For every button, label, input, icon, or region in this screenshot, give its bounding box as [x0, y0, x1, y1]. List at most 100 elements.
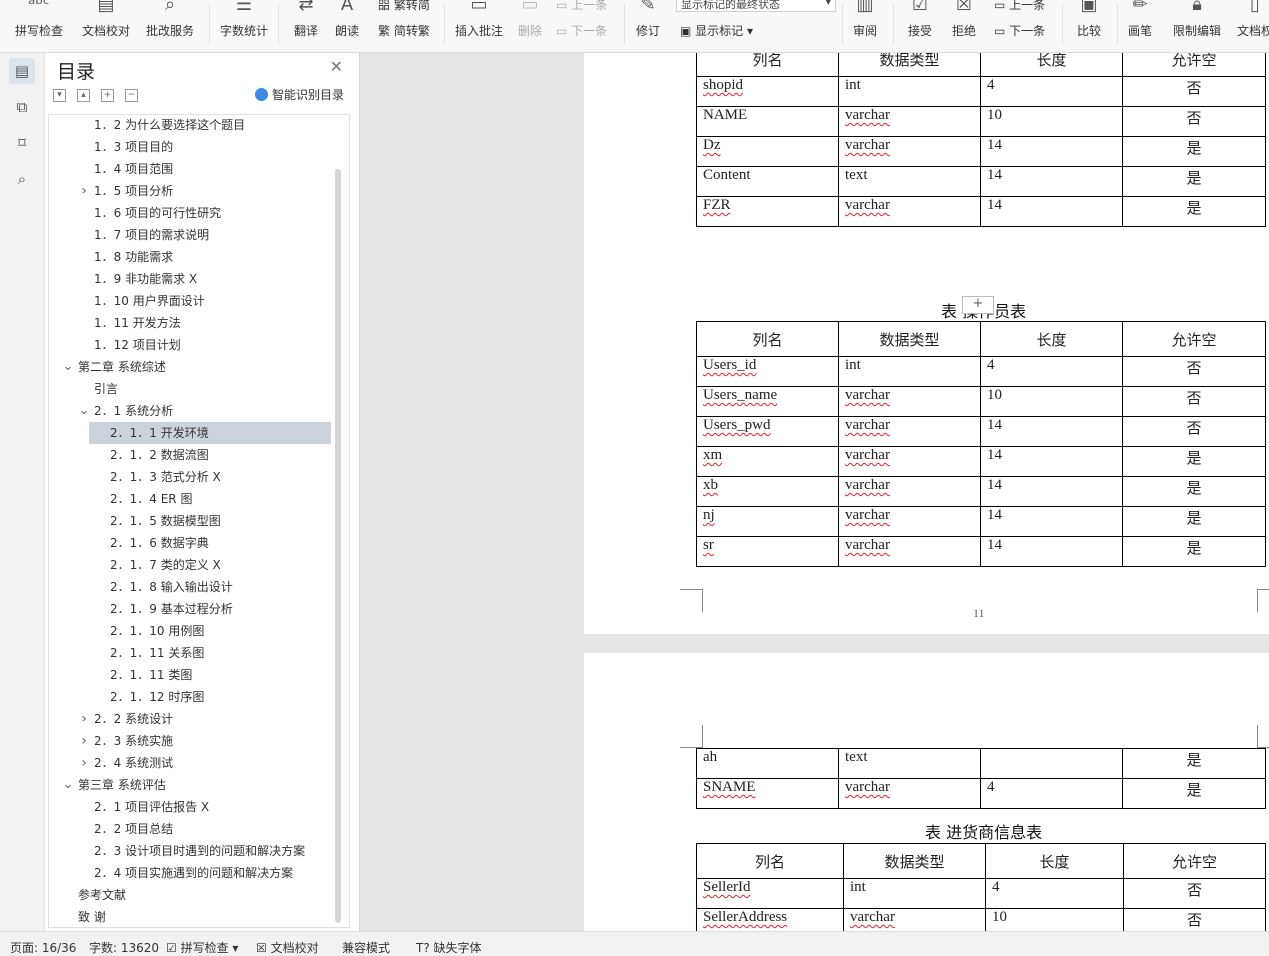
table-cell[interactable]: 是: [1122, 166, 1266, 197]
table-cell[interactable]: 14: [980, 416, 1123, 447]
toc-item[interactable]: 2．1．8 输入输出设计: [49, 576, 331, 598]
compare-button[interactable]: ▣ 比较: [1068, 0, 1110, 50]
missing-font-button[interactable]: T? 缺失字体: [416, 939, 482, 956]
table-cell[interactable]: 4: [980, 76, 1123, 107]
toc-item[interactable]: 1．7 项目的需求说明: [49, 224, 331, 246]
table-cell[interactable]: 是: [1122, 536, 1266, 567]
table-cell[interactable]: varchar: [838, 136, 981, 167]
word-count[interactable]: 字数: 13620: [89, 939, 159, 956]
table-cell[interactable]: text: [838, 748, 981, 779]
toc-item[interactable]: 1．10 用户界面设计: [49, 290, 331, 312]
table-cell[interactable]: varchar: [838, 106, 981, 137]
table-cell[interactable]: xb: [696, 476, 839, 507]
review-button[interactable]: ▥ 审阅: [846, 0, 884, 50]
batch-service-button[interactable]: ⌕ 批改服务: [140, 0, 200, 50]
table-cell[interactable]: varchar: [838, 778, 981, 809]
search-icon[interactable]: ⌕: [9, 166, 35, 192]
table-cell[interactable]: 10: [980, 106, 1123, 137]
next-comment-button[interactable]: ▭ 下一条: [556, 22, 607, 39]
table-cell[interactable]: int: [843, 878, 986, 909]
toc-item[interactable]: 2．1．7 类的定义 X: [49, 554, 331, 576]
chevron-down-icon[interactable]: ⌄: [62, 774, 74, 796]
table-cell[interactable]: varchar: [838, 506, 981, 537]
table-cell[interactable]: 4: [985, 878, 1124, 909]
toc-item[interactable]: › 2．3 系统实施: [49, 730, 331, 752]
doc-rights-button[interactable]: ▯文档权: [1230, 0, 1269, 50]
prev-change-button[interactable]: ▭ 上一条: [994, 0, 1045, 13]
toc-item[interactable]: 1．3 项目目的: [49, 136, 331, 158]
table-cell[interactable]: varchar: [838, 416, 981, 447]
bookmark-icon[interactable]: ⌑: [9, 130, 35, 156]
toc-item[interactable]: 1．12 项目计划: [49, 334, 331, 356]
toc-item[interactable]: 1．9 非功能需求 X: [49, 268, 331, 290]
table-cell[interactable]: SellerId: [696, 878, 844, 909]
show-markup-button[interactable]: ▣ 显示标记 ▾: [680, 22, 753, 39]
toc-item[interactable]: 2．1．11 关系图: [49, 642, 331, 664]
read-aloud-button[interactable]: A 朗读: [330, 0, 364, 50]
add-heading-icon[interactable]: +: [101, 89, 114, 102]
table-cell[interactable]: 14: [980, 506, 1123, 537]
table-cell[interactable]: varchar: [838, 476, 981, 507]
toc-item[interactable]: ⌄ 第三章 系统评估: [49, 774, 331, 796]
table-cell[interactable]: NAME: [696, 106, 839, 137]
table-cell[interactable]: 否: [1122, 106, 1266, 137]
table-cell[interactable]: 否: [1122, 356, 1266, 387]
toc-item[interactable]: 1．6 项目的可行性研究: [49, 202, 331, 224]
chevron-right-icon[interactable]: ›: [78, 708, 90, 730]
table-cell[interactable]: 否: [1122, 76, 1266, 107]
table-cell[interactable]: sr: [696, 536, 839, 567]
table-cell[interactable]: 14: [980, 476, 1123, 507]
chevron-right-icon[interactable]: ›: [78, 752, 90, 774]
expand-all-icon[interactable]: ▾: [53, 89, 66, 102]
doc-proofread-button[interactable]: ▤ 文档校对: [78, 0, 134, 50]
table-cell[interactable]: 是: [1122, 136, 1266, 167]
toc-item[interactable]: 2．1．11 类图: [49, 664, 331, 686]
accept-button[interactable]: ☑ 接受: [900, 0, 940, 50]
toc-item[interactable]: › 2．4 系统测试: [49, 752, 331, 774]
table-cell[interactable]: varchar: [838, 446, 981, 477]
toc-item[interactable]: 1．4 项目范围: [49, 158, 331, 180]
table-cell[interactable]: int: [838, 356, 981, 387]
table-cell[interactable]: 否: [1123, 908, 1266, 931]
status-spell-check-button[interactable]: ☑ 拼写检查 ▾: [166, 939, 238, 956]
close-icon[interactable]: ✕: [330, 57, 343, 76]
insert-comment-button[interactable]: ▭ 插入批注: [452, 0, 506, 50]
thumbnail-panel-icon[interactable]: ⧉: [9, 94, 35, 120]
toc-item[interactable]: › 2．2 系统设计: [49, 708, 331, 730]
toc-item[interactable]: 致 谢: [49, 906, 331, 927]
table-cell[interactable]: FZR: [696, 196, 839, 227]
toc-panel-icon[interactable]: ▤: [9, 58, 35, 84]
table-cell[interactable]: [980, 748, 1123, 779]
trad-to-simp-button[interactable]: 㗊 繁转简: [378, 0, 430, 13]
table-cell[interactable]: 是: [1122, 506, 1266, 537]
table-cell[interactable]: 14: [980, 536, 1123, 567]
toc-item[interactable]: › 1．5 项目分析: [49, 180, 331, 202]
table-cell[interactable]: varchar: [843, 908, 986, 931]
table-cell[interactable]: SellerAddress: [696, 908, 844, 931]
table-cell[interactable]: varchar: [838, 536, 981, 567]
prev-comment-button[interactable]: ▭ 上一条: [556, 0, 607, 13]
reject-button[interactable]: ☒ 拒绝: [944, 0, 984, 50]
toc-scrollbar[interactable]: [335, 169, 341, 923]
toc-item[interactable]: ⌄ 2．1 系统分析: [49, 400, 331, 422]
table-cell[interactable]: 否: [1123, 878, 1266, 909]
table-cell[interactable]: 14: [980, 196, 1123, 227]
toc-item[interactable]: 1．8 功能需求: [49, 246, 331, 268]
toc-item[interactable]: 2．3 设计项目时遇到的问题和解决方案: [49, 840, 331, 862]
table-cell[interactable]: 是: [1122, 748, 1266, 779]
table-cell[interactable]: 是: [1122, 196, 1266, 227]
table-cell[interactable]: 否: [1122, 416, 1266, 447]
table-cell[interactable]: 4: [980, 356, 1123, 387]
table-cell[interactable]: nj: [696, 506, 839, 537]
toc-item[interactable]: 2．1．4 ER 图: [49, 488, 331, 510]
table-cell[interactable]: varchar: [838, 386, 981, 417]
toc-item[interactable]: 2．1．1 开发环境: [89, 422, 331, 444]
toc-item[interactable]: ⌄ 第二章 系统综述: [49, 356, 331, 378]
page-indicator[interactable]: 页面: 16/36: [10, 939, 76, 956]
pen-button[interactable]: ✏ 画笔: [1122, 0, 1158, 50]
chevron-down-icon[interactable]: ⌄: [62, 356, 74, 378]
table-cell[interactable]: text: [838, 166, 981, 197]
toc-item[interactable]: 1．11 开发方法: [49, 312, 331, 334]
table-cell[interactable]: 10: [980, 386, 1123, 417]
toc-item[interactable]: 2．1．5 数据模型图: [49, 510, 331, 532]
